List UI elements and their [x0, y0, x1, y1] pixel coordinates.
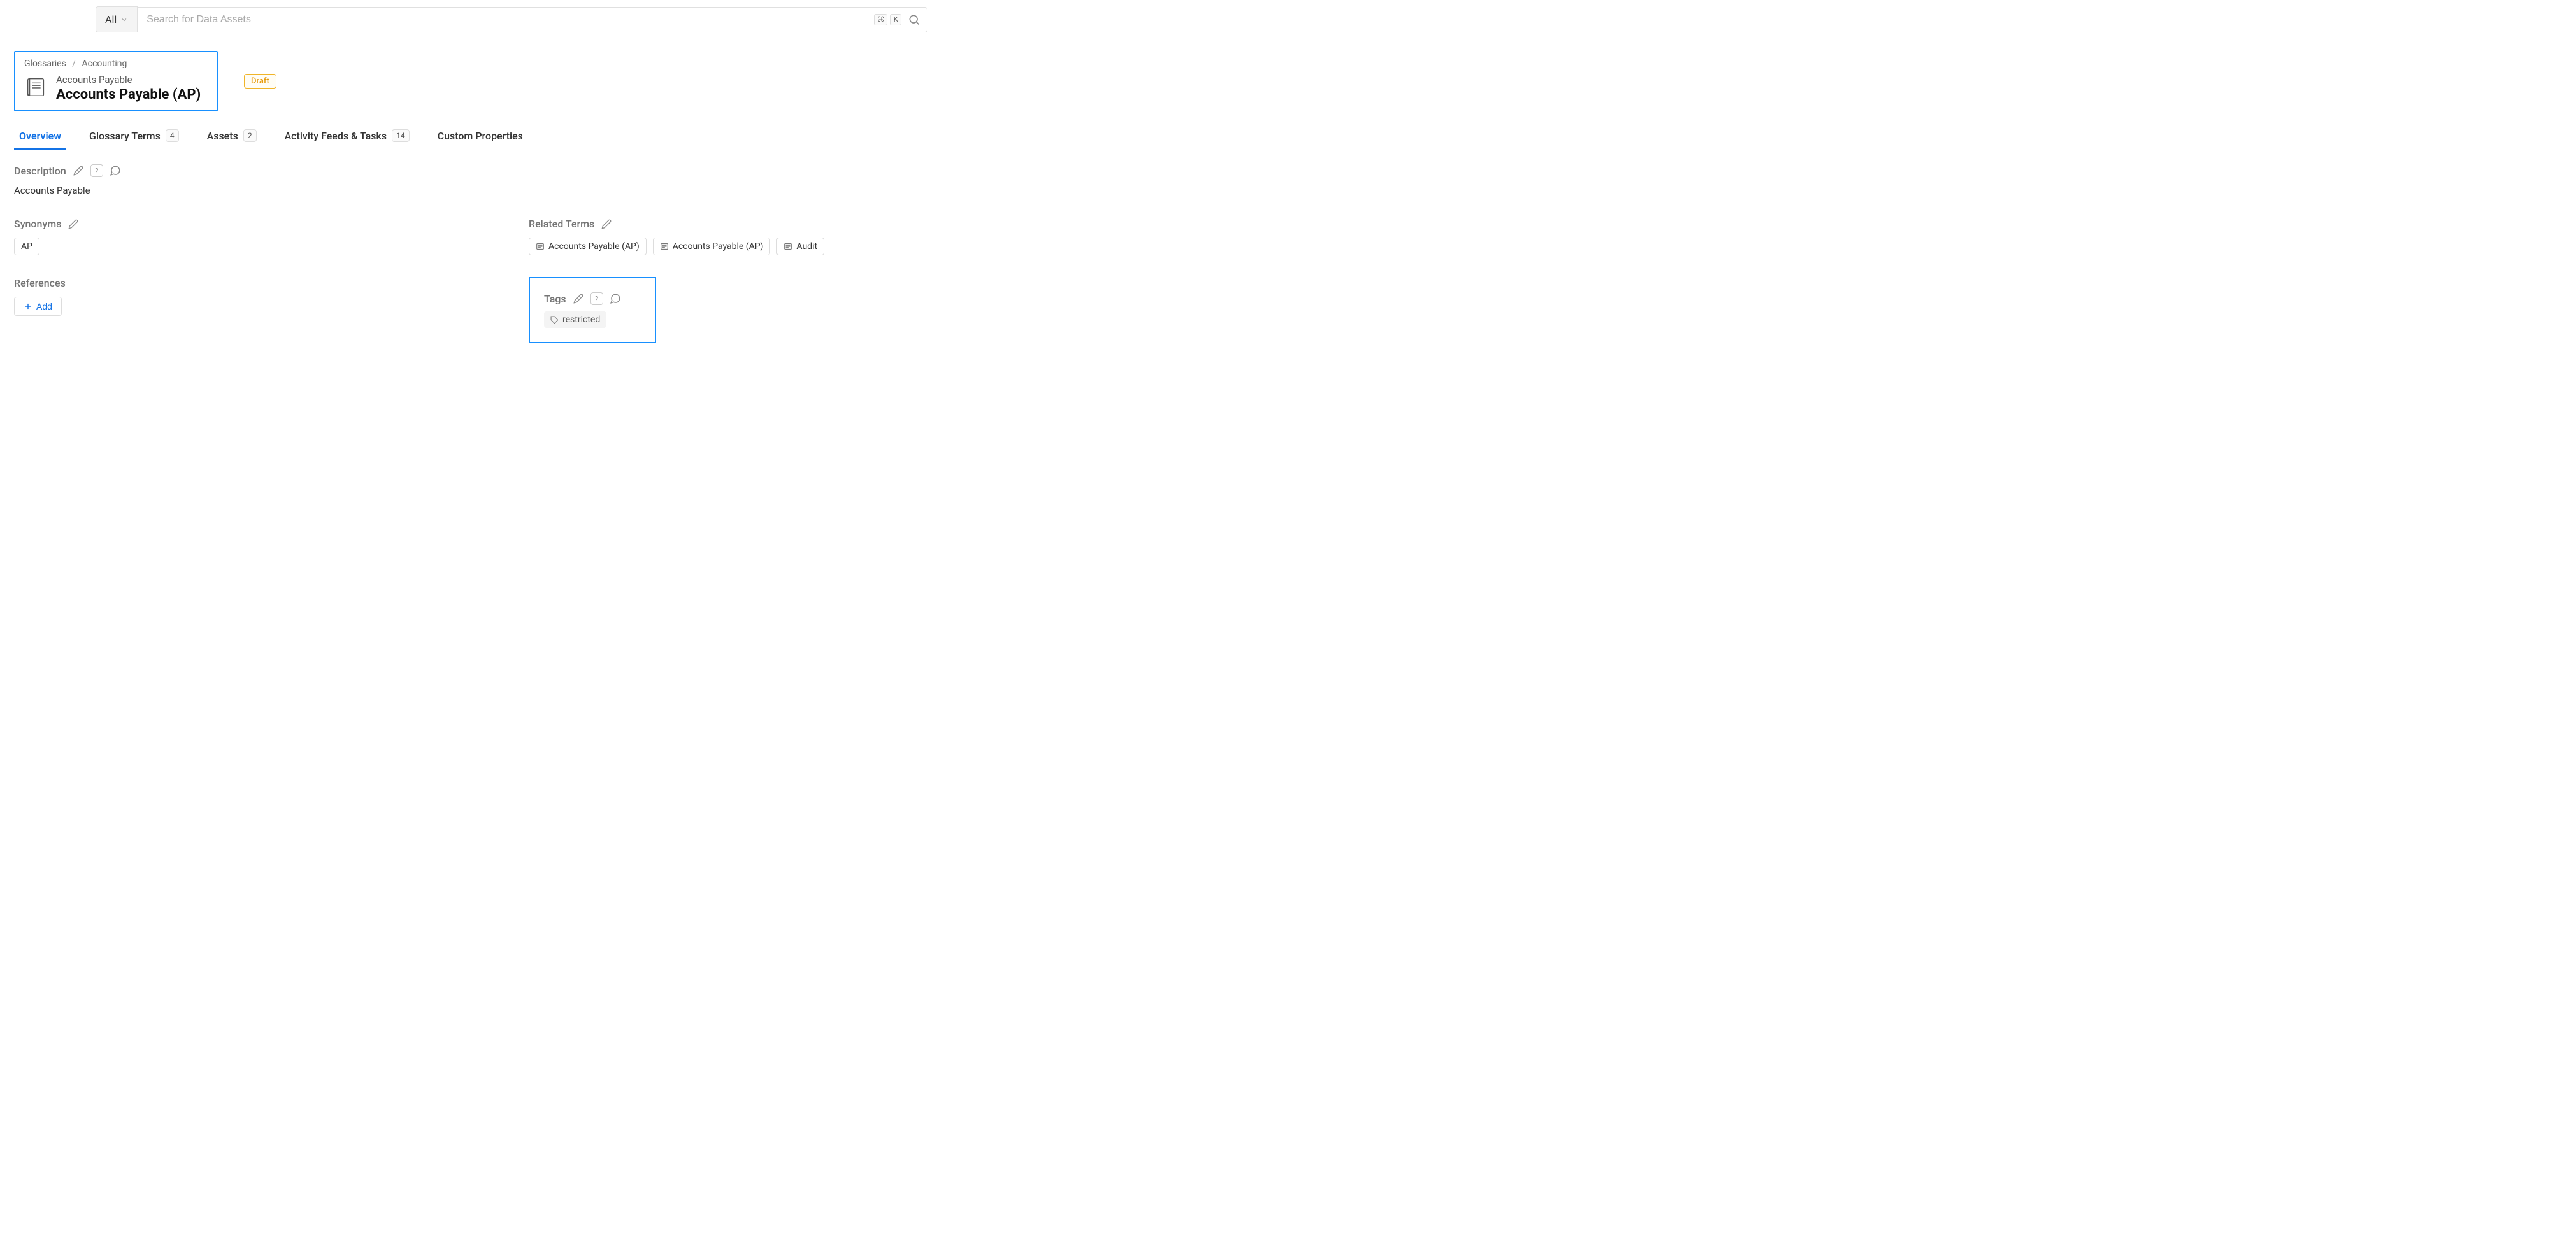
- description-text: Accounts Payable: [14, 185, 1005, 196]
- chip-label: Accounts Payable (AP): [548, 241, 640, 252]
- tags-section-wrap: Tags ? restricted: [529, 277, 1005, 343]
- tab-label: Overview: [19, 130, 61, 142]
- tab-assets[interactable]: Assets 2: [202, 123, 262, 150]
- help-icon[interactable]: ?: [90, 164, 103, 177]
- search-bar: All ⌘ K: [0, 0, 2576, 39]
- kbd-k: K: [890, 14, 901, 25]
- page-title: Accounts Payable (AP): [56, 87, 201, 103]
- kbd-cmd: ⌘: [874, 14, 887, 25]
- add-label: Add: [36, 301, 52, 311]
- tag-icon: [550, 316, 559, 324]
- related-terms-section: Related Terms Accounts Payable (AP) Acco…: [529, 218, 1005, 255]
- comment-icon[interactable]: [110, 165, 121, 176]
- tag-label: restricted: [562, 315, 600, 325]
- search-input-wrap: ⌘ K: [138, 7, 927, 32]
- term-icon: [536, 242, 545, 251]
- search-filter-label: All: [105, 13, 117, 25]
- status-badge: Draft: [244, 74, 276, 89]
- tab-label: Custom Properties: [438, 130, 523, 142]
- breadcrumb-link-accounting[interactable]: Accounting: [82, 59, 127, 69]
- synonyms-section: Synonyms AP: [14, 218, 490, 255]
- references-title: References: [14, 277, 66, 289]
- related-term-chip[interactable]: Accounts Payable (AP): [529, 238, 647, 255]
- references-section: References Add: [14, 277, 490, 343]
- tab-count: 4: [166, 129, 179, 142]
- help-icon[interactable]: ?: [590, 292, 603, 305]
- tabs: Overview Glossary Terms 4 Assets 2 Activ…: [0, 123, 2576, 150]
- tag-chip[interactable]: restricted: [544, 311, 606, 328]
- breadcrumb: Glossaries / Accounting: [24, 59, 208, 69]
- tab-custom-properties[interactable]: Custom Properties: [433, 124, 528, 150]
- breadcrumb-separator: /: [72, 59, 76, 69]
- tags-highlight-box: Tags ? restricted: [529, 277, 656, 343]
- chip-label: Accounts Payable (AP): [673, 241, 764, 252]
- tags-title: Tags: [544, 293, 566, 305]
- search-icon[interactable]: [908, 13, 920, 26]
- edit-icon[interactable]: [601, 218, 612, 230]
- tab-label: Activity Feeds & Tasks: [285, 130, 387, 142]
- chip-label: AP: [21, 241, 32, 252]
- tab-glossary-terms[interactable]: Glossary Terms 4: [84, 123, 184, 150]
- tab-activity[interactable]: Activity Feeds & Tasks 14: [280, 123, 415, 150]
- edit-icon[interactable]: [73, 165, 84, 176]
- add-reference-button[interactable]: Add: [14, 297, 62, 316]
- edit-icon[interactable]: [68, 218, 79, 230]
- chip-label: Audit: [796, 241, 817, 252]
- synonym-chip[interactable]: AP: [14, 238, 39, 255]
- tab-count: 14: [392, 129, 410, 142]
- tab-count: 2: [243, 129, 257, 142]
- search-filter-dropdown[interactable]: All: [96, 6, 138, 32]
- related-term-chip[interactable]: Accounts Payable (AP): [653, 238, 771, 255]
- synonyms-title: Synonyms: [14, 218, 61, 230]
- related-term-chip[interactable]: Audit: [776, 238, 824, 255]
- tab-overview[interactable]: Overview: [14, 124, 66, 150]
- related-terms-title: Related Terms: [529, 218, 594, 230]
- header-highlight-box: Glossaries / Accounting Accounts: [14, 51, 218, 111]
- glossary-book-icon: [24, 75, 48, 99]
- tab-label: Assets: [207, 130, 238, 142]
- keyboard-shortcut-hint: ⌘ K: [874, 14, 901, 25]
- comment-icon[interactable]: [610, 293, 621, 304]
- page-subtitle: Accounts Payable: [56, 74, 201, 85]
- search-input[interactable]: [147, 8, 874, 32]
- edit-icon[interactable]: [573, 293, 584, 304]
- term-icon: [784, 242, 792, 251]
- content: Description ? Accounts Payable Synonyms …: [0, 150, 1019, 357]
- tab-label: Glossary Terms: [89, 130, 161, 142]
- plus-icon: [24, 302, 32, 311]
- chevron-down-icon: [120, 16, 128, 24]
- page-header: Glossaries / Accounting Accounts: [0, 39, 2576, 111]
- description-title: Description: [14, 165, 66, 177]
- breadcrumb-link-glossaries[interactable]: Glossaries: [24, 59, 66, 69]
- description-section: Description ? Accounts Payable: [14, 164, 1005, 196]
- term-icon: [660, 242, 669, 251]
